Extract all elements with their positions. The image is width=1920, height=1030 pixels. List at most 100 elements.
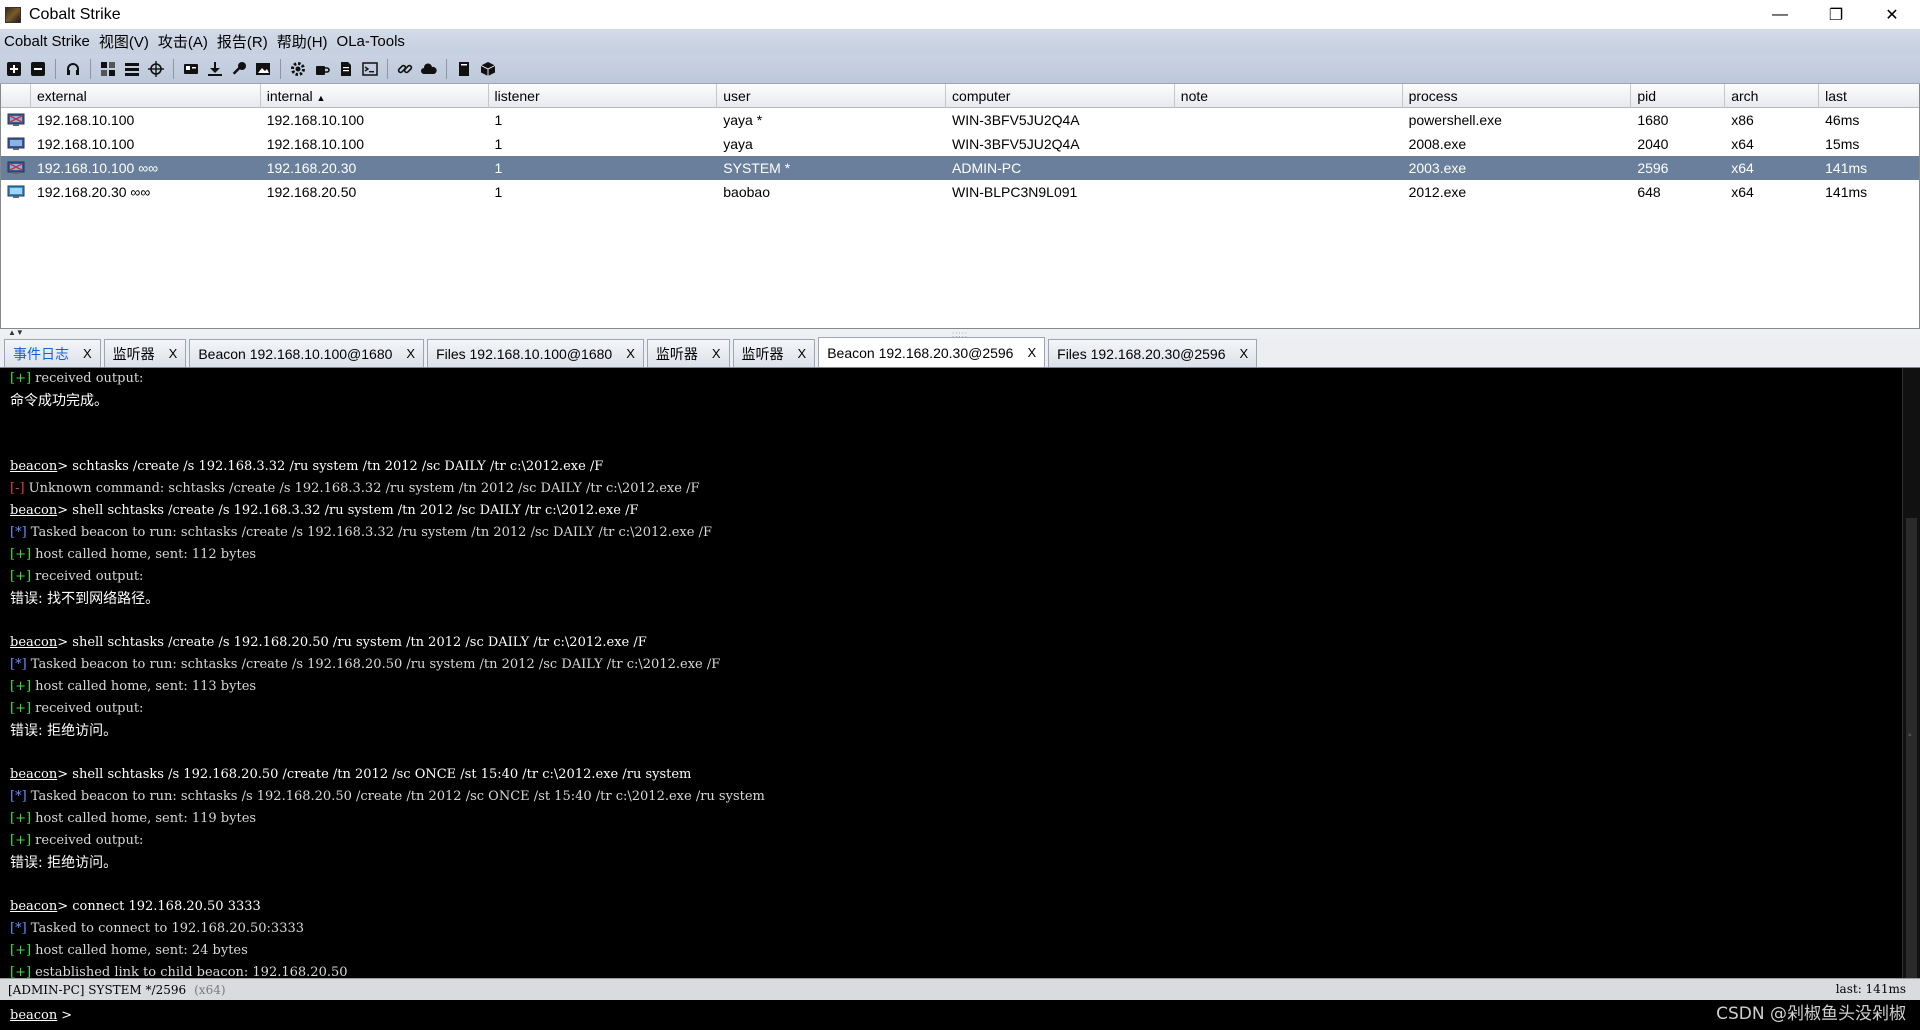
menu-ola-tools[interactable]: OLa-Tools: [337, 33, 405, 50]
title-bar: Cobalt Strike — ❐ ✕: [0, 0, 1920, 29]
console-line: beacon> shell schtasks /create /s 192.16…: [10, 500, 1902, 522]
console-marker: [*]: [10, 657, 27, 672]
column-header-arch[interactable]: arch: [1725, 84, 1820, 108]
tab-files-1680[interactable]: Files 192.168.10.100@1680 X: [427, 339, 644, 367]
console-marker: [+]: [10, 943, 32, 958]
console-marker: [*]: [10, 525, 27, 540]
target-icon[interactable]: [145, 58, 166, 80]
console-prompt: beacon: [10, 899, 58, 914]
download-icon[interactable]: [204, 58, 225, 80]
column-header-computer[interactable]: computer: [946, 84, 1175, 108]
cell-process: 2008.exe: [1408, 136, 1467, 152]
split-collapse-arrows-icon[interactable]: ▲▼: [8, 329, 24, 337]
close-button[interactable]: ✕: [1864, 0, 1920, 29]
session-list-icon[interactable]: [121, 58, 142, 80]
console-marker: [+]: [10, 679, 32, 694]
toolbar: [0, 54, 1920, 84]
console-scrollbar[interactable]: ◦: [1902, 368, 1920, 978]
console-icon[interactable]: [359, 58, 380, 80]
console-command-text: > shell schtasks /s 192.168.20.50 /creat…: [57, 767, 692, 782]
cube-icon[interactable]: [477, 58, 498, 80]
toolbar-separator: [55, 58, 56, 79]
table-row-selected[interactable]: 192.168.10.100 ∞∞ 192.168.20.30 1 SYSTEM…: [1, 156, 1919, 180]
tab-close-button[interactable]: X: [169, 346, 178, 361]
column-header-note[interactable]: note: [1175, 84, 1403, 108]
column-header-pid[interactable]: pid: [1631, 84, 1726, 108]
cell-external: 192.168.10.100 ∞∞: [1, 160, 261, 176]
cell-external: 192.168.10.100: [1, 112, 261, 128]
headphones-icon[interactable]: [62, 58, 83, 80]
column-header-internal[interactable]: internal ▲: [261, 84, 489, 108]
screenshot-icon[interactable]: [252, 58, 273, 80]
cell-user: yaya *: [723, 112, 763, 128]
tab-close-button[interactable]: X: [1027, 345, 1036, 360]
menu-view[interactable]: 视图(V): [99, 31, 149, 52]
cell-listener: 1: [494, 160, 503, 176]
key-icon[interactable]: [228, 58, 249, 80]
column-header-process[interactable]: process: [1403, 84, 1632, 108]
book-icon[interactable]: [453, 58, 474, 80]
menu-cobalt-strike[interactable]: Cobalt Strike: [4, 33, 90, 50]
column-header-listener[interactable]: listener: [489, 84, 718, 108]
link-icon[interactable]: [394, 58, 415, 80]
console-message-text: received output:: [31, 371, 144, 386]
cell-pid: 2040: [1637, 136, 1669, 152]
console-message-text: host called home, sent: 24 bytes: [31, 943, 248, 958]
credentials-icon[interactable]: [180, 58, 201, 80]
cell-listener: 1: [494, 184, 503, 200]
console-marker: [*]: [10, 921, 27, 936]
tab-files-2596[interactable]: Files 192.168.20.30@2596 X: [1048, 339, 1258, 367]
cloud-icon[interactable]: [418, 58, 439, 80]
cell-internal: 192.168.10.100: [266, 112, 365, 128]
plus-icon[interactable]: [3, 58, 24, 80]
cell-arch: x64: [1731, 136, 1754, 152]
tab-close-button[interactable]: X: [798, 346, 807, 361]
cell-user: SYSTEM *: [723, 160, 791, 176]
menu-reports[interactable]: 报告(R): [217, 31, 268, 52]
table-row[interactable]: 192.168.10.100 192.168.10.100 1 yaya * W…: [1, 108, 1919, 132]
tab-close-button[interactable]: X: [626, 346, 635, 361]
console-line: [-] Unknown command: schtasks /create /s…: [10, 478, 1902, 500]
column-header-last[interactable]: last: [1819, 84, 1919, 108]
tab-close-button[interactable]: X: [406, 346, 415, 361]
document-icon[interactable]: [335, 58, 356, 80]
console-output-text: 错误: 拒绝访问。: [10, 855, 118, 871]
beacon-command-input[interactable]: beacon >: [0, 1000, 1920, 1030]
console-message-text: established link to child beacon: 192.16…: [31, 965, 348, 978]
console-scrollbar-thumb[interactable]: [1906, 518, 1917, 978]
minimize-button[interactable]: —: [1752, 0, 1808, 29]
tab-close-button[interactable]: X: [712, 346, 721, 361]
column-header-icon[interactable]: [1, 84, 31, 108]
tab-event-log[interactable]: 事件日志 X: [4, 339, 101, 367]
tab-beacon-2596[interactable]: Beacon 192.168.20.30@2596 X: [818, 337, 1046, 367]
tab-close-button[interactable]: X: [83, 346, 92, 361]
settings-icon[interactable]: [287, 58, 308, 80]
tab-listeners[interactable]: 监听器 X: [103, 339, 187, 367]
table-row[interactable]: 192.168.20.30 ∞∞ 192.168.20.50 1 baobao …: [1, 180, 1919, 204]
cell-computer: ADMIN-PC: [952, 160, 1022, 176]
cell-computer: WIN-BLPC3N9L091: [952, 184, 1078, 200]
table-row[interactable]: 192.168.10.100 192.168.10.100 1 yaya WIN…: [1, 132, 1919, 156]
coffee-icon[interactable]: [311, 58, 332, 80]
console-marker: [+]: [10, 701, 32, 716]
tab-close-button[interactable]: X: [1239, 346, 1248, 361]
console-output-text: 命令成功完成。: [10, 393, 108, 409]
console-line: [*] Tasked to connect to 192.168.20.50:3…: [10, 918, 1902, 940]
computer-icon: [7, 185, 25, 199]
menu-help[interactable]: 帮助(H): [277, 31, 328, 52]
split-pane-divider[interactable]: ▲▼ :::::: [0, 329, 1920, 339]
minus-icon[interactable]: [27, 58, 48, 80]
tab-beacon-1680[interactable]: Beacon 192.168.10.100@1680 X: [189, 339, 425, 367]
menu-attack[interactable]: 攻击(A): [158, 31, 208, 52]
beacon-console-output[interactable]: [+] received output: 命令成功完成。 beacon> schta…: [0, 368, 1902, 978]
column-header-user[interactable]: user: [717, 84, 947, 108]
toolbar-separator: [446, 58, 447, 79]
tab-listeners-2[interactable]: 监听器 X: [646, 339, 730, 367]
pivot-graph-icon[interactable]: [97, 58, 118, 80]
cell-process: 2003.exe: [1408, 160, 1467, 176]
column-header-external[interactable]: external: [31, 84, 261, 108]
maximize-button[interactable]: ❐: [1808, 0, 1864, 29]
tab-listeners-3[interactable]: 监听器 X: [732, 339, 816, 367]
